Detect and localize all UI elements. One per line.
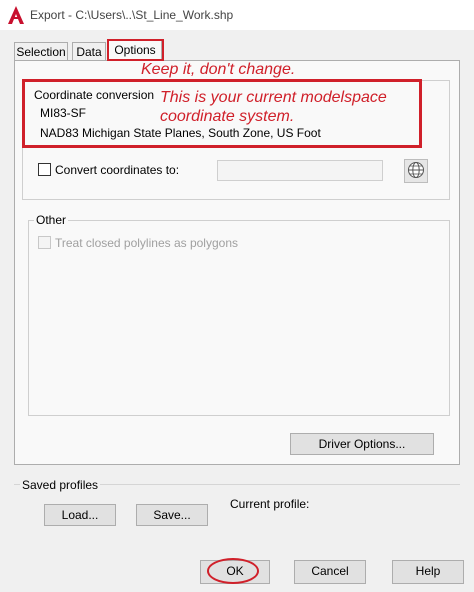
tab-data[interactable]: Data <box>72 42 106 60</box>
driver-options-button[interactable]: Driver Options... <box>290 433 434 455</box>
globe-icon <box>407 161 425 182</box>
current-system-annotation-line1: This is your current modelspace <box>160 89 387 106</box>
window-title: Export - C:\Users\..\St_Line_Work.shp <box>30 8 234 22</box>
help-button[interactable]: Help <box>392 560 464 584</box>
autocad-icon <box>8 6 24 24</box>
load-profile-button[interactable]: Load... <box>44 504 116 526</box>
treat-polylines-checkbox <box>38 236 51 249</box>
tab-options[interactable]: Options <box>108 40 162 61</box>
saved-profiles-label: Saved profiles <box>20 478 101 492</box>
convert-coordinates-checkbox[interactable] <box>38 163 51 176</box>
coordinate-system-code: MI83-SF <box>40 106 87 120</box>
coordinate-conversion-label: Coordinate conversion <box>32 88 157 102</box>
coordinate-system-name: NAD83 Michigan State Planes, South Zone,… <box>40 126 321 140</box>
coordinate-system-picker-button[interactable] <box>404 159 428 183</box>
cancel-button[interactable]: Cancel <box>294 560 366 584</box>
other-label: Other <box>34 213 69 227</box>
ok-button[interactable]: OK <box>200 560 270 584</box>
save-profile-button[interactable]: Save... <box>136 504 208 526</box>
current-profile-label: Current profile: <box>230 497 310 511</box>
current-system-annotation-line2: coordinate system. <box>160 108 295 125</box>
keep-annotation: Keep it, don't change. <box>141 61 296 78</box>
tab-selection[interactable]: Selection <box>14 42 68 60</box>
convert-coordinates-label: Convert coordinates to: <box>55 163 180 177</box>
current-system-annotation: This is your current modelspace coordina… <box>160 88 387 126</box>
treat-polylines-label: Treat closed polylines as polygons <box>55 236 238 250</box>
convert-coordinates-field[interactable] <box>217 160 383 181</box>
